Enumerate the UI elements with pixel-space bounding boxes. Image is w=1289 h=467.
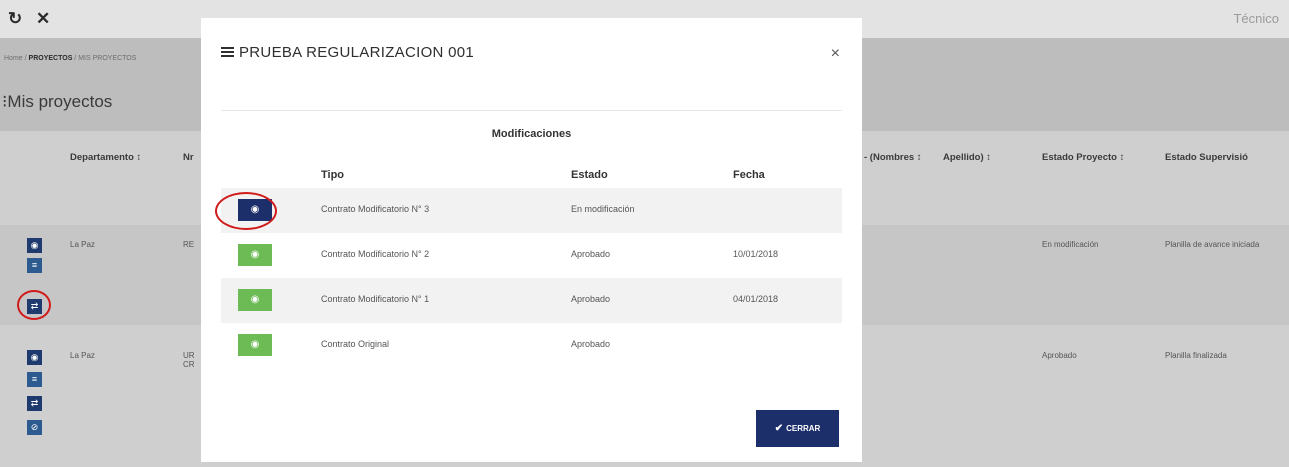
view-button[interactable]: ◉ [238, 334, 272, 356]
cell-tipo: Contrato Modificatorio N° 1 [321, 294, 430, 304]
col-header-estado-supervision[interactable]: Estado Supervisió [1165, 152, 1248, 163]
cell-nro: UR CR [183, 351, 195, 369]
modifications-action-button[interactable]: ⇄ [27, 396, 42, 411]
cancel-action-button[interactable]: ⊘ [27, 420, 42, 435]
modification-row: ◉ Contrato Modificatorio N° 2 Aprobado 1… [221, 233, 842, 278]
tools-icon[interactable]: ✕ [36, 9, 50, 29]
page-title-text: Mis proyectos [7, 92, 113, 111]
close-button-label: CERRAR [786, 424, 821, 433]
cell-estado: Aprobado [571, 339, 611, 349]
cell-departamento: La Paz [70, 240, 95, 249]
col-header-departamento[interactable]: Departamento ↕ [70, 152, 141, 163]
user-menu[interactable]: Técnico [1233, 11, 1279, 26]
page-title: ⁝Mis proyectos [2, 92, 112, 112]
view-action-button[interactable]: ◉ [27, 350, 42, 365]
cell-estado-supervision: Planilla de avance iniciada [1165, 240, 1260, 249]
col-header-nombres[interactable]: - (Nombres ↕ [864, 152, 922, 163]
cell-tipo: Contrato Modificatorio N° 2 [321, 249, 430, 259]
cell-estado-proyecto: Aprobado [1042, 351, 1077, 360]
col-header-nro[interactable]: Nr [183, 152, 194, 163]
modification-row: ◉ Contrato Modificatorio N° 1 Aprobado 0… [221, 278, 842, 323]
cell-estado-supervision: Planilla finalizada [1165, 351, 1227, 360]
list-icon [221, 47, 234, 57]
modal-title: PRUEBA REGULARIZACION 001 [221, 44, 474, 61]
cell-nro: RE [183, 240, 195, 249]
breadcrumb: Home / PROYECTOS / MIS PROYECTOS [4, 55, 137, 62]
list-action-button[interactable]: ≡ [27, 258, 42, 273]
col-header-tipo: Tipo [321, 169, 345, 181]
modification-row: ◉ Contrato Original Aprobado [221, 323, 842, 368]
cell-estado: Aprobado [571, 249, 611, 259]
modal-title-text: PRUEBA REGULARIZACION 001 [239, 44, 475, 61]
modification-row: ◉ Contrato Modificatorio N° 3 En modific… [221, 188, 842, 233]
cell-departamento: La Paz [70, 351, 95, 360]
highlight-circle [215, 192, 277, 230]
modal-divider [221, 110, 842, 111]
view-action-button[interactable]: ◉ [27, 238, 42, 253]
refresh-icon[interactable]: ↻ [8, 9, 22, 29]
cell-tipo: Contrato Modificatorio N° 3 [321, 204, 430, 214]
highlight-circle [17, 290, 51, 320]
col-header-fecha: Fecha [733, 169, 765, 181]
close-icon[interactable]: × [831, 45, 840, 63]
breadcrumb-home[interactable]: Home [4, 55, 23, 62]
close-button[interactable]: ✔ CERRAR [756, 410, 839, 447]
cell-tipo: Contrato Original [321, 339, 390, 349]
section-title: Modificaciones [491, 128, 572, 140]
cell-estado: Aprobado [571, 294, 611, 304]
breadcrumb-proyectos[interactable]: PROYECTOS [29, 55, 73, 62]
list-action-button[interactable]: ≡ [27, 372, 42, 387]
breadcrumb-mis-proyectos: MIS PROYECTOS [78, 55, 137, 62]
modifications-modal: PRUEBA REGULARIZACION 001 × Modificacion… [201, 18, 862, 462]
view-button[interactable]: ◉ [238, 244, 272, 266]
view-button[interactable]: ◉ [238, 289, 272, 311]
col-header-apellido[interactable]: Apellido) ↕ [943, 152, 991, 163]
check-icon: ✔ [774, 423, 784, 434]
cell-fecha: 04/01/2018 [733, 294, 779, 304]
cell-estado: En modificación [571, 204, 635, 214]
cell-estado-proyecto: En modificación [1042, 240, 1099, 249]
col-header-estado: Estado [571, 169, 608, 181]
cell-fecha: 10/01/2018 [733, 249, 779, 259]
col-header-estado-proyecto[interactable]: Estado Proyecto ↕ [1042, 152, 1124, 163]
